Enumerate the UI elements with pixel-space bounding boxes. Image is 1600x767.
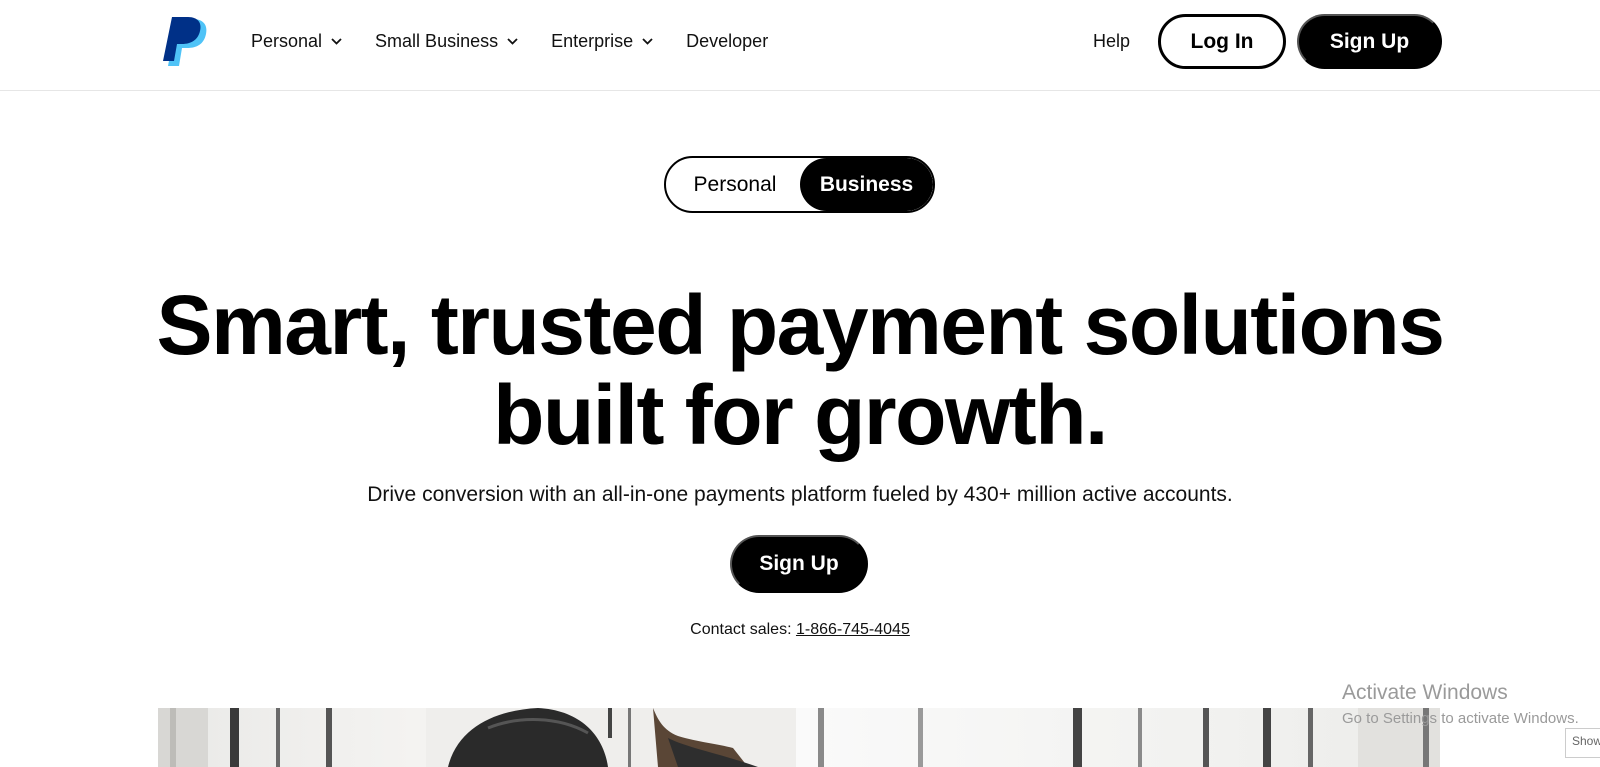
nav-enterprise-label: Enterprise (551, 30, 634, 51)
nav-personal-label: Personal (251, 30, 323, 51)
watermark-title: Activate Windows (1342, 681, 1508, 704)
hero-image (158, 708, 1440, 767)
contact-sales-label: Contact sales: (690, 621, 796, 638)
chevron-down-icon (331, 37, 342, 45)
hero-title-line1: Smart, trusted payment solutions (156, 278, 1445, 372)
hero-subtitle: Drive conversion with an all-in-one paym… (367, 483, 1233, 506)
toggle-personal[interactable]: Personal (666, 158, 804, 211)
paypal-logo[interactable] (163, 17, 209, 69)
personal-business-toggle: Personal Business (664, 156, 935, 213)
help-link[interactable]: Help (1093, 28, 1130, 54)
chevron-down-icon (507, 37, 518, 45)
chevron-down-icon (642, 37, 653, 45)
login-button[interactable]: Log In (1158, 14, 1286, 69)
nav-personal[interactable]: Personal (251, 28, 342, 54)
nav-small-business[interactable]: Small Business (375, 28, 518, 54)
hero-title-line2: built for growth. (493, 368, 1108, 462)
header-signup-button[interactable]: Sign Up (1297, 14, 1442, 69)
primary-nav: Personal Small Business Enterprise Devel… (251, 28, 801, 54)
show-desktop-button[interactable]: Show (1565, 728, 1600, 758)
site-header: Personal Small Business Enterprise Devel… (0, 0, 1600, 91)
nav-developer[interactable]: Developer (686, 28, 768, 54)
hero-signup-button[interactable]: Sign Up (730, 535, 868, 593)
toggle-business[interactable]: Business (800, 158, 933, 211)
contact-sales: Contact sales: 1-866-745-4045 (500, 621, 1100, 639)
nav-enterprise[interactable]: Enterprise (551, 28, 653, 54)
contact-phone-link[interactable]: 1-866-745-4045 (796, 621, 910, 638)
nav-small-business-label: Small Business (375, 30, 499, 51)
nav-developer-label: Developer (686, 30, 769, 51)
hero-title: Smart, trusted payment solutions built f… (100, 280, 1500, 460)
